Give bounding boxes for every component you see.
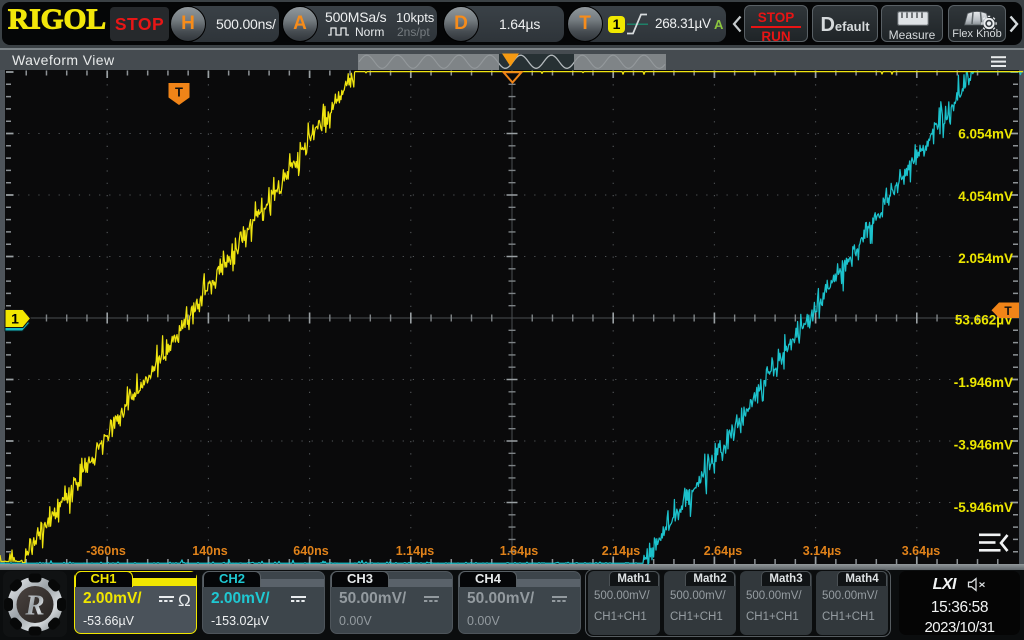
svg-text:T: T xyxy=(175,85,183,100)
svg-text:R: R xyxy=(24,590,44,622)
svg-text:-3.946mV: -3.946mV xyxy=(954,438,1013,453)
svg-text:3.64µs: 3.64µs xyxy=(902,544,941,558)
svg-text:-5.946mV: -5.946mV xyxy=(954,500,1013,515)
svg-text:6.054mV: 6.054mV xyxy=(958,127,1013,142)
svg-text:140ns: 140ns xyxy=(192,544,227,558)
svg-text:2.64µs: 2.64µs xyxy=(704,544,743,558)
svg-text:4.054mV: 4.054mV xyxy=(958,189,1013,204)
svg-text:1.14µs: 1.14µs xyxy=(396,544,435,558)
svg-text:1: 1 xyxy=(11,311,19,327)
svg-text:2.14µs: 2.14µs xyxy=(602,544,641,558)
svg-text:640ns: 640ns xyxy=(293,544,328,558)
svg-text:3.14µs: 3.14µs xyxy=(803,544,842,558)
svg-text:-1.946mV: -1.946mV xyxy=(954,375,1013,390)
svg-text:-360ns: -360ns xyxy=(86,544,126,558)
svg-text:1.64µs: 1.64µs xyxy=(500,544,539,558)
svg-text:T: T xyxy=(1004,304,1012,318)
svg-text:2.054mV: 2.054mV xyxy=(958,251,1013,266)
